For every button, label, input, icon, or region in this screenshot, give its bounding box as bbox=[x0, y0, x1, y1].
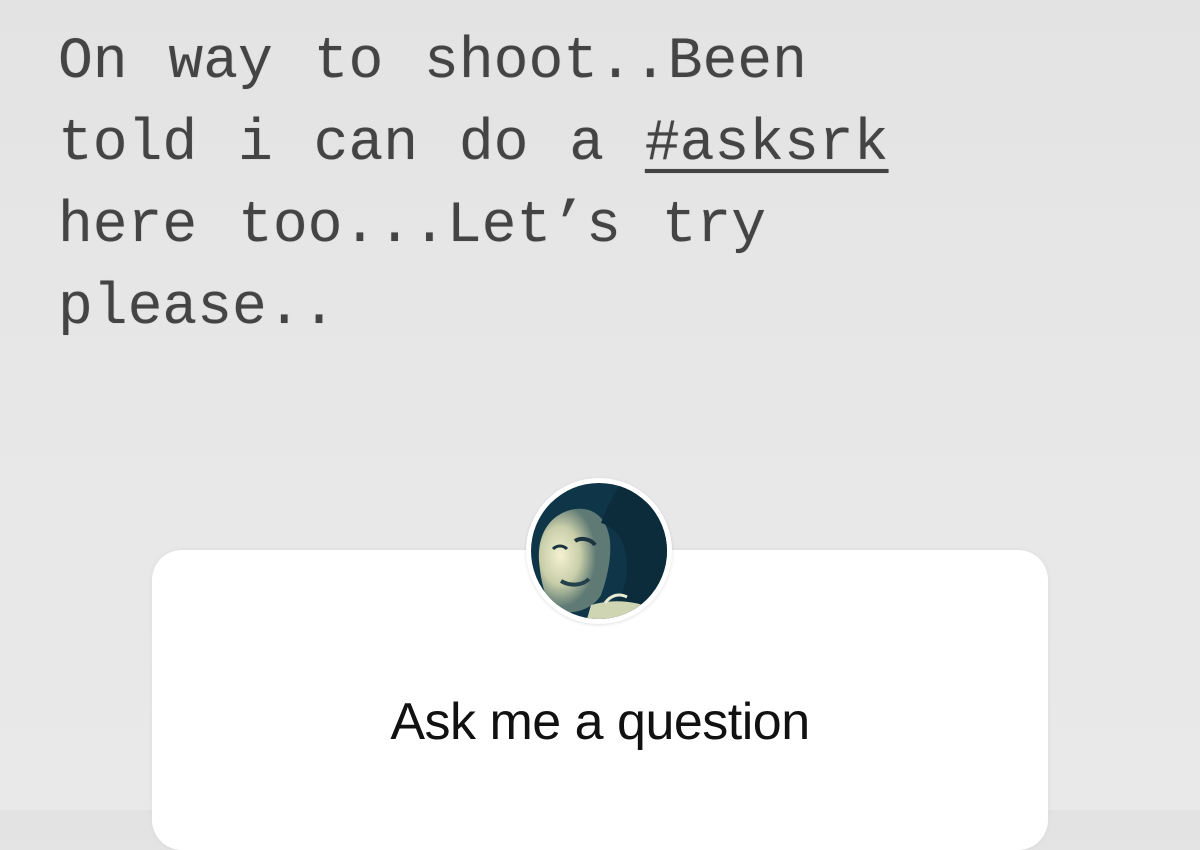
story-canvas: On way to shoot..Been told i can do a #a… bbox=[0, 0, 1200, 850]
caption-line-4: please.. bbox=[58, 276, 337, 341]
avatar bbox=[526, 478, 672, 624]
profile-photo-icon bbox=[531, 483, 667, 619]
question-prompt[interactable]: Ask me a question bbox=[152, 692, 1048, 752]
caption-line-1: On way to shoot..Been bbox=[58, 30, 807, 95]
caption-line-3: here too...Let’s try bbox=[58, 194, 767, 259]
hashtag-link[interactable]: #asksrk bbox=[645, 112, 889, 177]
caption-line-2-text: told i can do a bbox=[58, 112, 645, 177]
story-caption: On way to shoot..Been told i can do a #a… bbox=[58, 22, 1138, 350]
caption-line-2: told i can do a #asksrk bbox=[58, 104, 1138, 186]
